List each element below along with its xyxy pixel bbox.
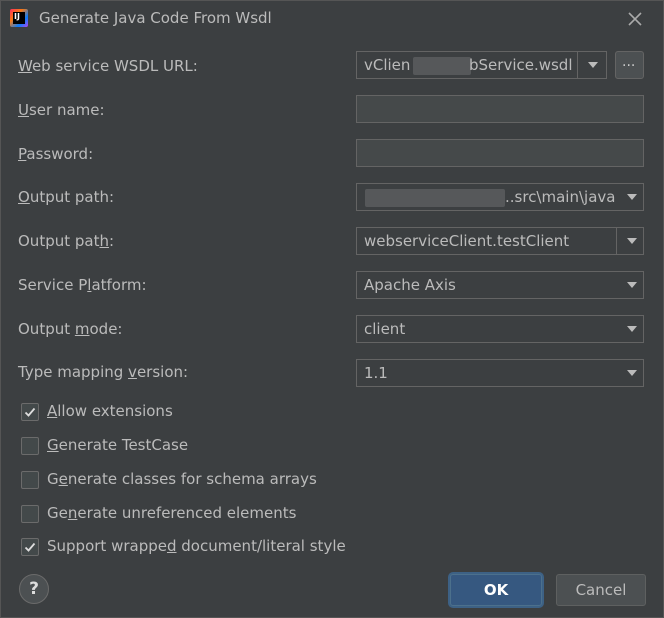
redacted-region (365, 189, 505, 207)
type-mapping-value: 1.1 (364, 364, 388, 382)
schema-arrays-label: Generate classes for schema arrays (47, 470, 317, 488)
chevron-down-icon[interactable] (627, 194, 637, 200)
output-path-label: Output path: (18, 188, 115, 206)
schema-arrays-checkbox[interactable] (21, 471, 39, 489)
output-mode-value: client (364, 320, 406, 338)
package-combo[interactable]: webserviceClient.testClient (356, 227, 644, 255)
browse-label: ... (622, 54, 636, 70)
generate-testcase-checkbox[interactable] (21, 437, 39, 455)
chevron-down-icon[interactable] (588, 62, 598, 68)
wsdl-url-label: Web service WSDL URL: (18, 57, 198, 75)
combo-separator (616, 228, 617, 254)
generate-testcase-label: Generate TestCase (47, 436, 189, 454)
allow-extensions-label: Allow extensions (47, 402, 173, 420)
type-mapping-label: Type mapping version: (18, 363, 189, 381)
package-value: webserviceClient.testClient (364, 232, 570, 250)
wsdl-url-value-start: vClien (364, 56, 411, 74)
intellij-app-icon: IJ (10, 9, 28, 27)
unreferenced-elements-label: Generate unreferenced elements (47, 504, 297, 522)
close-icon[interactable] (625, 9, 645, 29)
output-mode-label: Output mode: (18, 320, 123, 338)
window-title: Generate Java Code From Wsdl (39, 9, 272, 27)
chevron-down-icon[interactable] (627, 326, 637, 332)
wrapped-style-label: Support wrapped document/literal style (47, 537, 346, 555)
platform-value: Apache Axis (364, 276, 456, 294)
ok-button[interactable]: OK (450, 574, 542, 606)
package-label: Output path: (18, 232, 115, 250)
platform-combo[interactable]: Apache Axis (356, 271, 644, 299)
user-name-input[interactable] (356, 95, 644, 123)
help-icon[interactable]: ? (19, 574, 49, 604)
output-path-value: ..src\main\java (505, 188, 616, 206)
redacted-region (413, 57, 471, 75)
combo-separator (577, 52, 578, 78)
browse-button[interactable]: ... (615, 51, 644, 79)
password-input[interactable] (356, 139, 644, 167)
output-path-combo[interactable]: ..src\main\java (356, 183, 644, 211)
user-name-label: User name: (18, 101, 105, 119)
platform-label: Service Platform: (18, 276, 147, 294)
allow-extensions-checkbox[interactable] (21, 403, 39, 421)
wsdl-url-combo[interactable]: vClien bService.wsdl (356, 51, 607, 79)
wsdl-url-value-end: bService.wsdl (469, 56, 573, 74)
dialog: IJ Generate Java Code From Wsdl Web serv… (0, 0, 664, 618)
wrapped-style-checkbox[interactable] (21, 538, 39, 556)
chevron-down-icon[interactable] (627, 370, 637, 376)
cancel-button[interactable]: Cancel (556, 574, 646, 606)
checkmark-icon (24, 542, 36, 552)
output-mode-combo[interactable]: client (356, 315, 644, 343)
unreferenced-elements-checkbox[interactable] (21, 505, 39, 523)
chevron-down-icon[interactable] (627, 282, 637, 288)
type-mapping-combo[interactable]: 1.1 (356, 359, 644, 387)
title-bar: IJ Generate Java Code From Wsdl (1, 1, 663, 37)
checkmark-icon (24, 407, 36, 417)
password-label: Password: (18, 145, 94, 163)
chevron-down-icon[interactable] (627, 238, 637, 244)
